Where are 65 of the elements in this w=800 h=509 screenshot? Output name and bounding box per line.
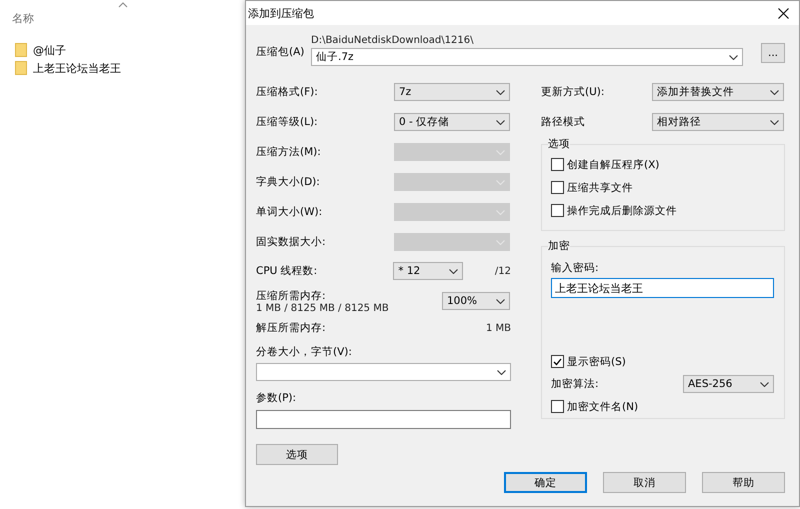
chevron-down-icon — [770, 90, 779, 94]
dropdown[interactable]: 0 - 仅存储 — [394, 113, 510, 131]
checkbox[interactable]: 显示密码(S) — [551, 350, 784, 373]
field-label: 压缩包(A) — [256, 45, 306, 59]
dialog-button[interactable]: 取消 — [603, 472, 686, 493]
field-label: 压缩格式(F): — [256, 85, 319, 99]
folder-icon — [15, 43, 27, 57]
options-button[interactable]: 选项 — [256, 444, 338, 465]
chevron-down-icon — [496, 90, 505, 94]
checkmark-icon — [553, 358, 562, 366]
window-title: 添加到压缩包 — [248, 6, 314, 20]
group-title: 加密 — [548, 239, 570, 253]
field-label: 固实数据大小: — [256, 235, 327, 249]
sort-caret-icon — [118, 2, 128, 8]
close-icon[interactable] — [778, 8, 789, 18]
field-label: 字典大小(D): — [256, 175, 321, 189]
memory-value: 1 MB — [486, 322, 511, 334]
chevron-down-icon — [496, 210, 505, 214]
parameters-field[interactable] — [256, 410, 511, 429]
column-header[interactable]: 名称 — [12, 11, 245, 26]
dropdown[interactable]: AES-256 — [683, 375, 774, 393]
chevron-down-icon — [496, 180, 505, 184]
field-label: CPU 线程数: — [256, 264, 318, 278]
field-label: 参数(P): — [256, 391, 296, 405]
chevron-down-icon — [496, 120, 505, 124]
chevron-down-icon — [770, 120, 779, 124]
dropdown[interactable]: 相对路径 — [652, 113, 784, 131]
group-title: 选项 — [548, 137, 570, 151]
folder-name[interactable]: 上老王论坛当老王 — [33, 60, 121, 76]
browse-button[interactable]: ... — [761, 43, 785, 63]
field-label: 更新方式(U): — [541, 85, 606, 99]
folder-name[interactable]: @仙子 — [33, 42, 66, 58]
field-label: 单词大小(W): — [256, 205, 324, 219]
dropdown[interactable]: 100% — [442, 292, 510, 310]
chevron-down-icon — [729, 54, 738, 60]
password-field[interactable]: 上老王论坛当老王 — [551, 278, 774, 298]
field-label: 分卷大小，字节(V): — [256, 345, 352, 359]
chevron-down-icon — [496, 240, 505, 244]
checkbox[interactable]: 操作完成后删除源文件 — [551, 199, 784, 222]
chevron-down-icon — [496, 150, 505, 154]
field-label: 路径模式 — [541, 115, 586, 129]
field-label: 压缩等级(L): — [256, 115, 319, 129]
dialog-button[interactable]: 确定 — [504, 472, 587, 493]
archive-name-combo[interactable]: 仙子.7z — [311, 48, 743, 66]
dropdown[interactable]: 7z — [394, 83, 510, 101]
chevron-down-icon — [497, 370, 506, 374]
dropdown[interactable]: * 12 — [393, 262, 463, 280]
volume-size-combo[interactable] — [256, 363, 511, 381]
folder-icon — [15, 61, 27, 75]
field-label: 压缩方法(M): — [256, 145, 322, 159]
field-label: 输入密码: — [551, 261, 600, 275]
thread-total: /12 — [494, 266, 511, 276]
chevron-down-icon — [448, 268, 458, 274]
dialog-button[interactable]: 帮助 — [702, 472, 785, 493]
chevron-down-icon — [760, 382, 769, 386]
field-label: 解压所需内存: — [256, 321, 326, 335]
checkbox[interactable]: 加密文件名(N) — [551, 395, 784, 418]
dropdown[interactable]: 添加并替换文件 — [652, 83, 784, 101]
chevron-down-icon — [496, 298, 505, 304]
checkbox[interactable]: 创建自解压程序(X) — [551, 153, 784, 176]
field-label: 加密算法: — [551, 377, 600, 391]
archive-path: D:\BaiduNetdiskDownload\1216\ — [311, 35, 474, 46]
field-label: 压缩所需内存: — [256, 288, 327, 302]
memory-detail: 1 MB / 8125 MB / 8125 MB — [256, 302, 390, 314]
checkbox[interactable]: 压缩共享文件 — [551, 176, 784, 199]
